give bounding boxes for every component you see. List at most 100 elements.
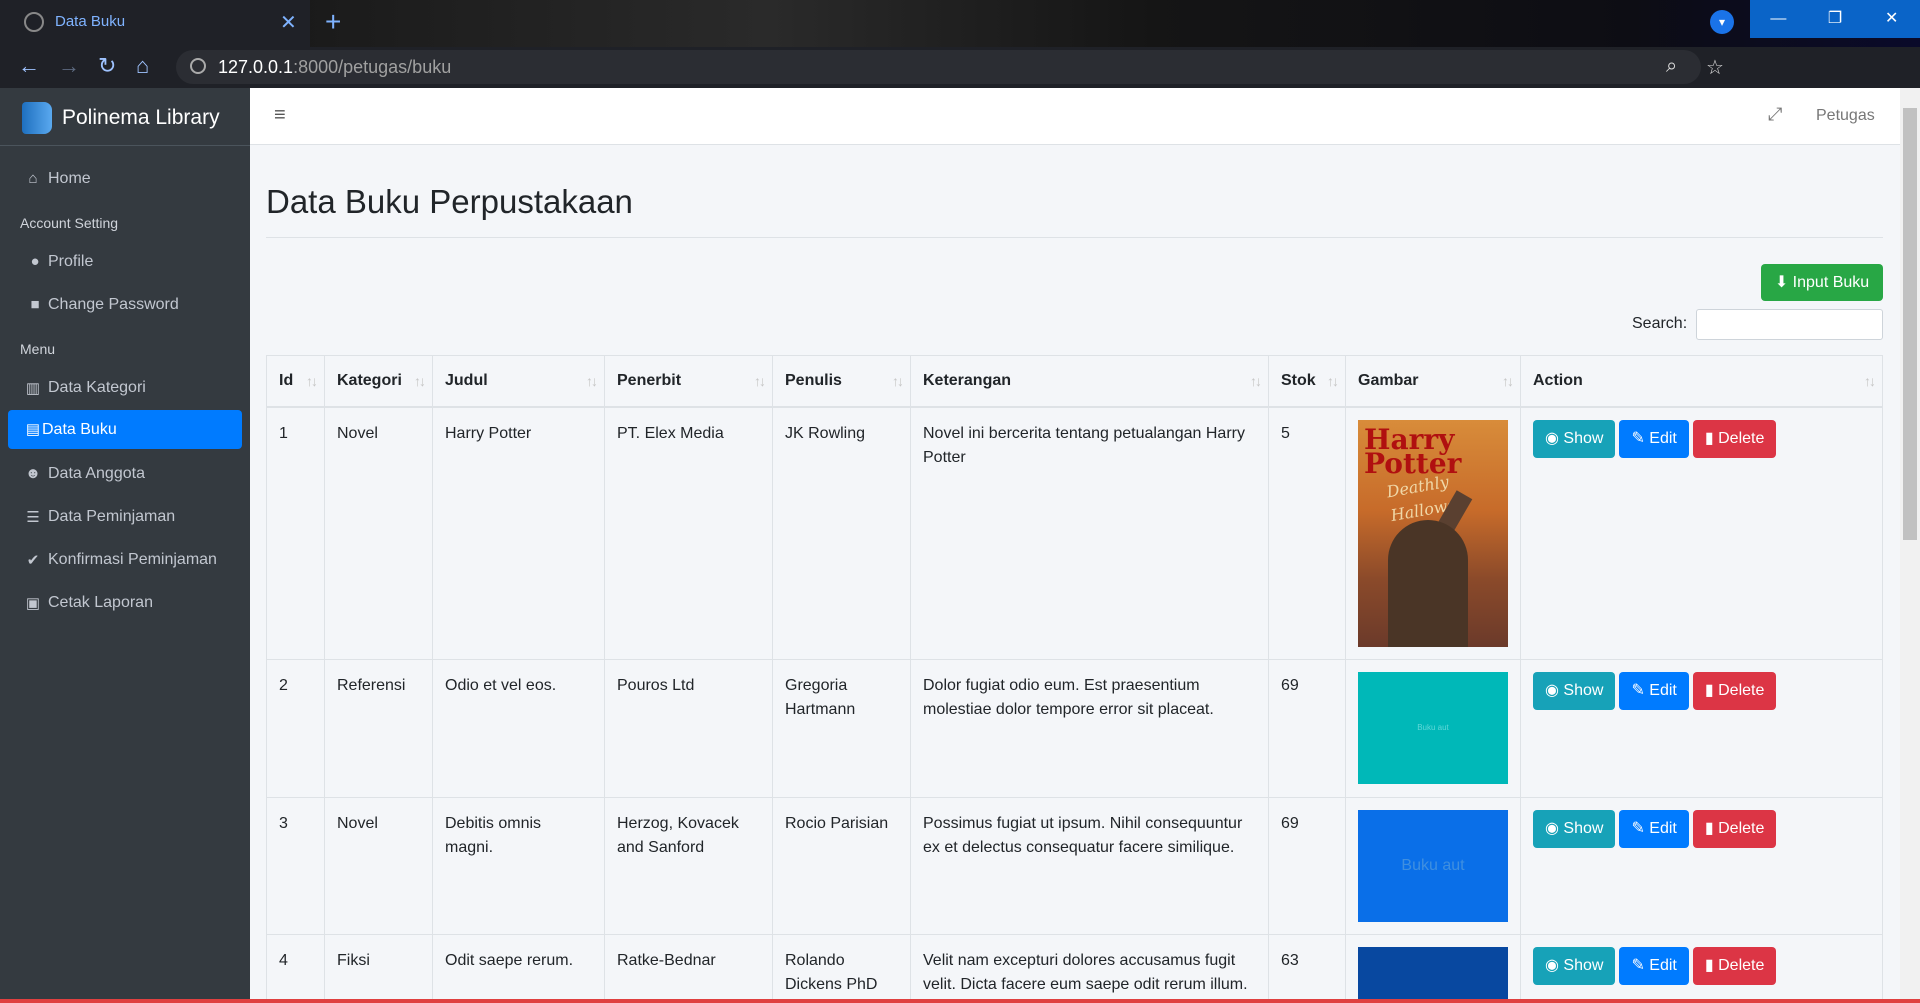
- forward-icon[interactable]: →: [58, 53, 80, 79]
- table-row: 4 Fiksi Odit saepe rerum. Ratke-Bednar R…: [266, 934, 1883, 1003]
- button-label: Edit: [1649, 682, 1677, 699]
- header-id[interactable]: Id ↑↓: [266, 355, 325, 408]
- cell-kategori: Referensi: [324, 659, 433, 798]
- hamburger-menu-icon[interactable]: ≡: [274, 104, 286, 127]
- minimize-icon[interactable]: —: [1750, 0, 1807, 38]
- header-label: Id: [279, 372, 294, 389]
- sidebar-item-data-anggota[interactable]: ☻ Data Anggota: [0, 453, 250, 496]
- book-placeholder-image: Buku aut: [1358, 672, 1508, 784]
- sort-icon: ↑↓: [892, 373, 904, 389]
- site-info-icon[interactable]: [190, 58, 206, 74]
- sidebar-item-konfirmasi[interactable]: ✔ Konfirmasi Peminjaman: [0, 539, 250, 582]
- header-label: Stok: [1281, 372, 1316, 389]
- sidebar-item-label: Data Peminjaman: [48, 508, 176, 525]
- cell-stok: 5: [1268, 406, 1346, 660]
- input-buku-button[interactable]: ⬇ Input Buku: [1761, 264, 1883, 301]
- sidebar: Polinema Library ⌂ Home Account Setting …: [0, 88, 250, 1003]
- header-label: Action: [1533, 372, 1583, 389]
- divider: [266, 237, 1883, 238]
- table-row: 1 Novel Harry Potter PT. Elex Media JK R…: [266, 406, 1883, 660]
- header-penulis[interactable]: Penulis ↑↓: [772, 355, 911, 408]
- header-penerbit[interactable]: Penerbit ↑↓: [604, 355, 773, 408]
- restore-icon[interactable]: ❐: [1807, 0, 1864, 38]
- sort-icon: ↑↓: [586, 373, 598, 389]
- reload-icon[interactable]: ↻: [98, 53, 116, 79]
- address-bar-row: ← → ↻ ⌂ 127.0.0.1:8000/petugas/buku ⌕ ☆ …: [0, 47, 1920, 127]
- check-circle-icon: ✔: [26, 552, 40, 569]
- home-icon[interactable]: ⌂: [136, 53, 149, 79]
- zoom-icon[interactable]: ⌕: [1666, 55, 1677, 78]
- search-input[interactable]: [1696, 309, 1883, 340]
- button-label: Show: [1563, 682, 1604, 699]
- button-label: Delete: [1718, 682, 1765, 699]
- bookmark-star-icon[interactable]: ☆: [1706, 55, 1724, 80]
- browser-tab[interactable]: Data Buku ✕: [0, 0, 310, 47]
- sort-icon: ↑↓: [754, 373, 766, 389]
- header-gambar[interactable]: Gambar ↑↓: [1345, 355, 1521, 408]
- cell-id: 3: [266, 797, 325, 935]
- show-button[interactable]: ◉ Show: [1533, 810, 1616, 848]
- sidebar-item-home[interactable]: ⌂ Home: [0, 158, 250, 201]
- sidebar-item-label: Profile: [48, 253, 94, 270]
- globe-icon: [24, 12, 44, 32]
- window-close-icon[interactable]: ✕: [1863, 0, 1920, 38]
- close-tab-icon[interactable]: ✕: [280, 10, 297, 35]
- delete-button[interactable]: ▮ Delete: [1692, 420, 1777, 458]
- delete-button[interactable]: ▮ Delete: [1692, 947, 1777, 985]
- edit-button[interactable]: ✎ Edit: [1619, 672, 1689, 710]
- delete-button[interactable]: ▮ Delete: [1692, 672, 1777, 710]
- tab-title: Data Buku: [55, 13, 126, 30]
- header-label: Gambar: [1358, 372, 1419, 389]
- sidebar-item-change-password[interactable]: ■ Change Password: [0, 284, 250, 327]
- book-cover-image: Harry Potter Deathly Hallows: [1358, 420, 1508, 647]
- url-input[interactable]: 127.0.0.1:8000/petugas/buku ⌕ ☆: [176, 50, 1724, 84]
- show-button[interactable]: ◉ Show: [1533, 947, 1616, 985]
- sort-icon: ↑↓: [1250, 373, 1262, 389]
- sidebar-item-data-buku[interactable]: ▤ Data Buku: [8, 410, 242, 449]
- book-placeholder-image: Buku aut: [1358, 810, 1508, 922]
- brand[interactable]: Polinema Library: [0, 88, 250, 146]
- button-label: Show: [1563, 430, 1604, 447]
- back-icon[interactable]: ←: [18, 53, 40, 79]
- sidebar-item-label: Cetak Laporan: [48, 594, 153, 611]
- sidebar-item-data-kategori[interactable]: ▥ Data Kategori: [0, 367, 250, 410]
- user-menu[interactable]: Petugas: [1816, 107, 1875, 125]
- header-action[interactable]: Action ↑↓: [1520, 355, 1883, 408]
- cell-kategori: Novel: [324, 406, 433, 660]
- fullscreen-icon[interactable]: ⤢: [1768, 104, 1782, 125]
- delete-button[interactable]: ▮ Delete: [1692, 810, 1777, 848]
- sidebar-item-data-peminjaman[interactable]: ☰ Data Peminjaman: [0, 496, 250, 539]
- page-scrollbar[interactable]: [1900, 88, 1920, 1003]
- sidebar-item-cetak-laporan[interactable]: ▣ Cetak Laporan: [0, 582, 250, 625]
- header-label: Penulis: [785, 372, 842, 389]
- sidebar-item-profile[interactable]: ● Profile: [0, 241, 250, 284]
- book-open-icon: ▥: [25, 380, 41, 397]
- header-keterangan[interactable]: Keterangan ↑↓: [910, 355, 1269, 408]
- input-buku-label: Input Buku: [1792, 274, 1870, 291]
- cell-penulis: Rolando Dickens PhD: [772, 934, 911, 1003]
- cell-keterangan: Novel ini bercerita tentang petualangan …: [910, 406, 1269, 660]
- header-kategori[interactable]: Kategori ↑↓: [324, 355, 433, 408]
- edit-button[interactable]: ✎ Edit: [1619, 947, 1689, 985]
- button-label: Delete: [1718, 957, 1765, 974]
- cell-penerbit: Pouros Ltd: [604, 659, 773, 798]
- table-row: 2 Referensi Odio et vel eos. Pouros Ltd …: [266, 659, 1883, 798]
- bottom-edge-line: [0, 999, 1920, 1003]
- sidebar-item-label: Home: [48, 170, 91, 187]
- book-logo-icon: [22, 102, 52, 134]
- new-tab-icon[interactable]: +: [325, 6, 341, 38]
- show-button[interactable]: ◉ Show: [1533, 672, 1616, 710]
- download-icon[interactable]: ▾: [1710, 10, 1734, 34]
- cell-action: ◉ Show ✎ Edit ▮ Delete: [1520, 797, 1883, 935]
- header-stok[interactable]: Stok ↑↓: [1268, 355, 1346, 408]
- cell-penulis: Gregoria Hartmann: [772, 659, 911, 798]
- cell-judul: Debitis omnis magni.: [432, 797, 605, 935]
- edit-button[interactable]: ✎ Edit: [1619, 420, 1689, 458]
- scrollbar-thumb[interactable]: [1903, 108, 1917, 540]
- url-text: 127.0.0.1:8000/petugas/buku: [218, 57, 451, 78]
- sidebar-item-label: Data Buku: [42, 421, 117, 438]
- header-judul[interactable]: Judul ↑↓: [432, 355, 605, 408]
- cell-gambar: Harry Potter Deathly Hallows: [1345, 406, 1521, 660]
- edit-button[interactable]: ✎ Edit: [1619, 810, 1689, 848]
- show-button[interactable]: ◉ Show: [1533, 420, 1616, 458]
